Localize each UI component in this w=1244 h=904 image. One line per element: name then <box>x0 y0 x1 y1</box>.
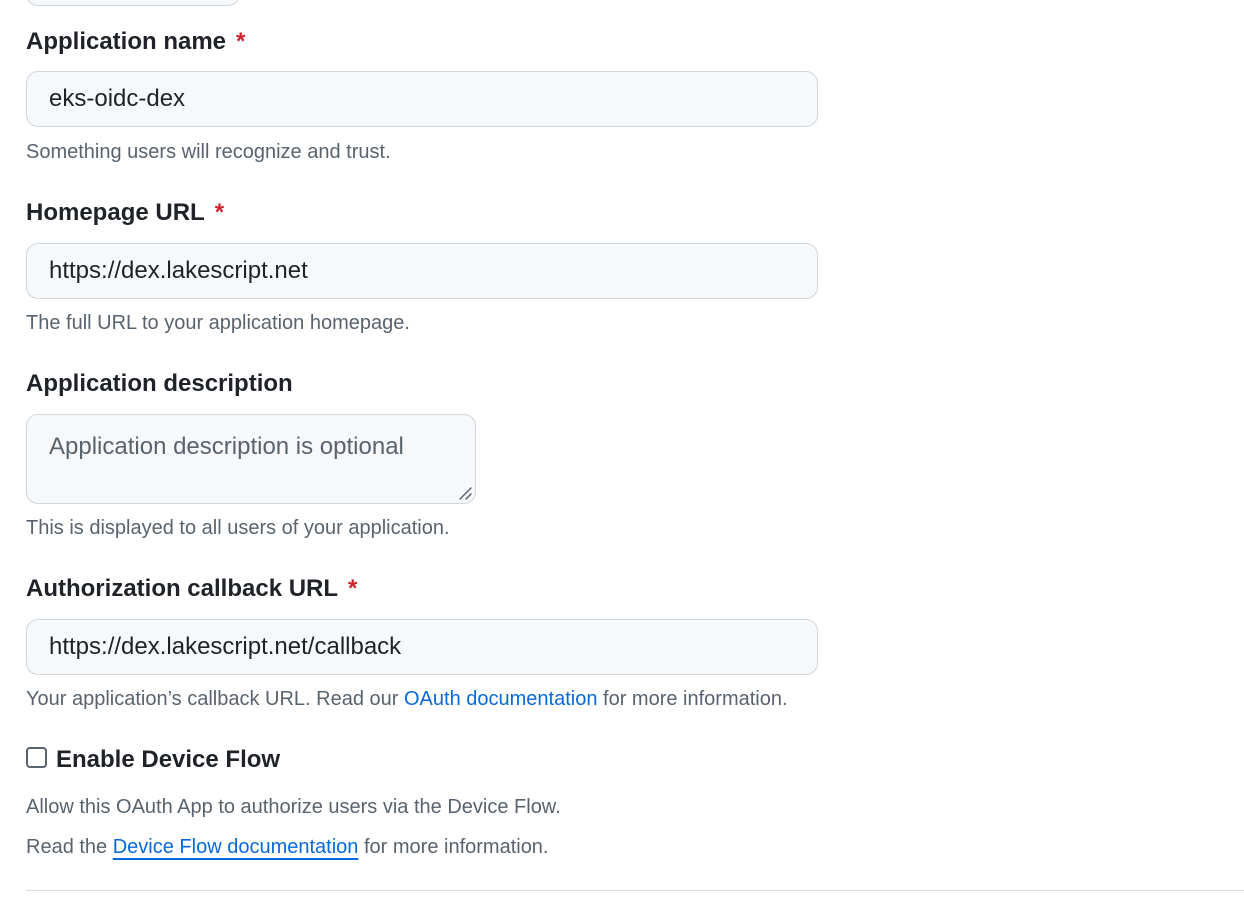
resize-grip-icon[interactable] <box>457 485 473 501</box>
app-description-textarea[interactable] <box>26 414 476 504</box>
device-flow-row[interactable]: Enable Device Flow <box>26 744 280 776</box>
homepage-url-label: Homepage URL * <box>26 199 225 226</box>
app-name-hint: Something users will recognize and trust… <box>26 141 391 163</box>
device-flow-hint: Allow this OAuth App to authorize users … <box>26 796 561 818</box>
previous-field-edge <box>26 0 240 6</box>
homepage-url-hint: The full URL to your application homepag… <box>26 312 410 334</box>
callback-url-hint: Your application’s callback URL. Read ou… <box>26 688 788 710</box>
callback-url-label: Authorization callback URL * <box>26 575 358 602</box>
oauth-documentation-link[interactable]: OAuth documentation <box>404 688 597 710</box>
app-name-input[interactable] <box>26 71 818 127</box>
callback-url-input[interactable] <box>26 619 818 675</box>
section-divider <box>26 890 1244 891</box>
homepage-url-input[interactable] <box>26 243 818 299</box>
app-description-hint: This is displayed to all users of your a… <box>26 517 450 539</box>
app-description-label: Application description <box>26 370 293 397</box>
device-flow-documentation-link[interactable]: Device Flow documentation <box>113 836 359 858</box>
device-flow-checkbox[interactable] <box>26 746 47 768</box>
required-asterisk: * <box>214 199 225 226</box>
required-asterisk: * <box>348 575 358 602</box>
required-asterisk: * <box>236 28 246 55</box>
device-flow-doc-hint: Read the Device Flow documentation for m… <box>26 836 549 858</box>
app-name-label: Application name * <box>26 28 246 55</box>
device-flow-label[interactable]: Enable Device Flow <box>56 746 280 774</box>
